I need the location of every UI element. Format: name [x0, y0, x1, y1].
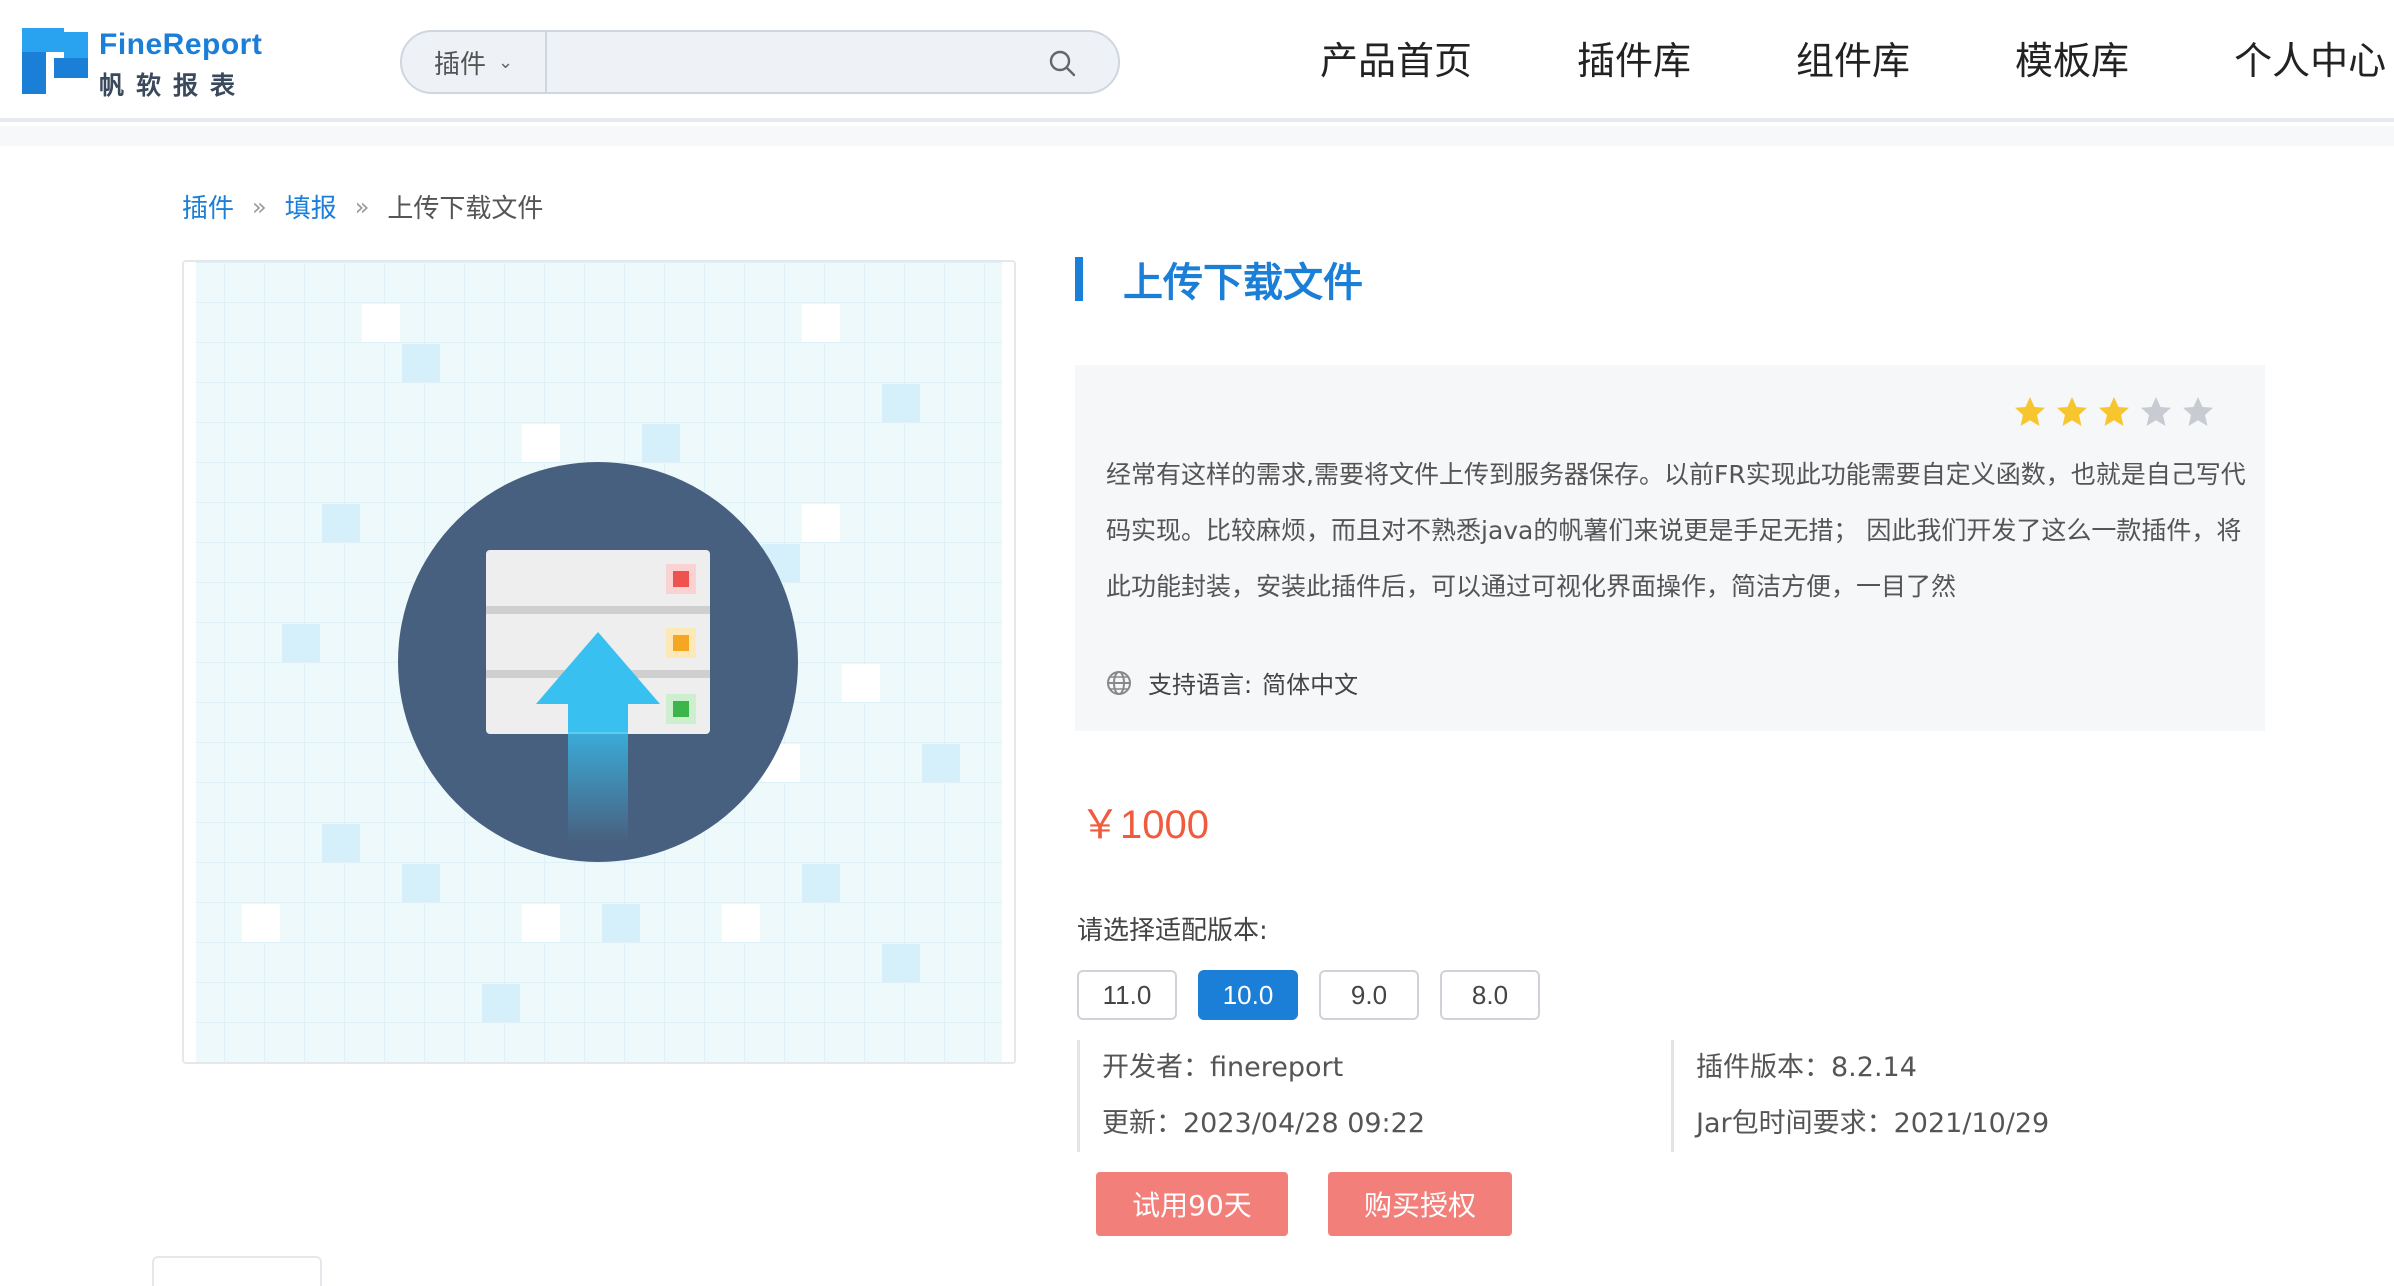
nav-item-profile[interactable]: 个人中心	[2234, 28, 2386, 94]
nav-item-plugins[interactable]: 插件库	[1577, 28, 1691, 94]
language-value: 简体中文	[1262, 671, 1359, 699]
star-filled-icon	[2015, 397, 2045, 426]
finereport-logo-icon	[22, 28, 88, 94]
meta-jar-requirement: Jar包时间要求：2021/10/29	[1696, 1108, 2050, 1139]
star-empty-icon	[2183, 397, 2213, 426]
breadcrumb-link-plugins[interactable]: 插件	[182, 188, 234, 225]
brand-name-cn: 帆软报表	[99, 71, 248, 100]
title-accent-bar	[1075, 257, 1083, 301]
search-input[interactable]	[549, 32, 1049, 92]
search-category-select[interactable]: 插件 ⌄	[402, 32, 547, 92]
version-option-11[interactable]: 11.0	[1077, 970, 1177, 1020]
nav-item-templates[interactable]: 模板库	[2015, 28, 2129, 94]
version-option-9[interactable]: 9.0	[1319, 970, 1419, 1020]
star-filled-icon	[2099, 397, 2129, 426]
finereport-logo[interactable]: FineReport 帆软报表	[22, 28, 272, 100]
breadcrumb-current: 上传下载文件	[387, 194, 544, 224]
breadcrumb-separator: »	[354, 192, 370, 221]
meta-column-left: 开发者：finereport 更新：2023/04/28 09:22	[1077, 1040, 1667, 1152]
version-option-10[interactable]: 10.0	[1198, 970, 1298, 1020]
nav-item-home[interactable]: 产品首页	[1320, 28, 1472, 94]
top-header: FineReport 帆软报表 插件 ⌄ 产品首页 插件库 组件库 模板库 个人…	[0, 0, 2394, 122]
plugin-image-panel	[182, 260, 1016, 1064]
meta-updated: 更新：2023/04/28 09:22	[1102, 1108, 1426, 1139]
buy-license-button[interactable]: 购买授权	[1328, 1172, 1512, 1236]
breadcrumb-separator: »	[252, 192, 267, 221]
bottom-tab-edge[interactable]	[152, 1256, 322, 1286]
trial-button[interactable]: 试用90天	[1096, 1172, 1288, 1236]
plugin-title-block: 上传下载文件	[1075, 256, 1363, 306]
plugin-description: 经常有这样的需求,需要将文件上传到服务器保存。以前FR实现此功能需要自定义函数，…	[1106, 460, 2246, 601]
version-options: 11.0 10.0 9.0 8.0	[1077, 970, 1540, 1020]
plugin-upload-illustration	[196, 262, 1002, 1062]
search-category-value: 插件	[433, 49, 486, 80]
version-select-label: 请选择适配版本:	[1077, 916, 1268, 946]
meta-plugin-version: 插件版本：8.2.14	[1696, 1052, 1917, 1083]
meta-developer: 开发者：finereport	[1102, 1052, 1344, 1083]
plugin-title: 上传下载文件	[1123, 260, 1363, 306]
plugin-price: ￥1000	[1080, 803, 1209, 847]
main-nav: 产品首页 插件库 组件库 模板库 个人中心	[1320, 28, 2386, 94]
breadcrumb-link-fill[interactable]: 填报	[285, 188, 337, 225]
language-label: 支持语言:	[1148, 671, 1253, 699]
search-icon[interactable]	[1047, 48, 1077, 78]
search-bar: 插件 ⌄	[400, 30, 1120, 94]
meta-column-right: 插件版本：8.2.14 Jar包时间要求：2021/10/29	[1671, 1040, 2071, 1152]
star-empty-icon	[2141, 397, 2171, 426]
star-filled-icon	[2057, 397, 2087, 426]
rating-stars	[2013, 395, 2215, 429]
header-shadow-bar	[0, 126, 2394, 146]
breadcrumb: 插件 » 填报 » 上传下载文件	[182, 188, 543, 225]
plugin-meta: 开发者：finereport 更新：2023/04/28 09:22 插件版本：…	[1077, 1040, 2077, 1152]
brand-name-en: FineReport	[99, 28, 263, 61]
nav-item-components[interactable]: 组件库	[1796, 28, 1910, 94]
chevron-down-icon: ⌄	[497, 51, 514, 73]
version-option-8[interactable]: 8.0	[1440, 970, 1540, 1020]
language-info: 支持语言: 简体中文	[1106, 665, 1358, 700]
globe-icon	[1107, 670, 1131, 695]
plugin-description-box: 经常有这样的需求,需要将文件上传到服务器保存。以前FR实现此功能需要自定义函数，…	[1075, 365, 2265, 731]
